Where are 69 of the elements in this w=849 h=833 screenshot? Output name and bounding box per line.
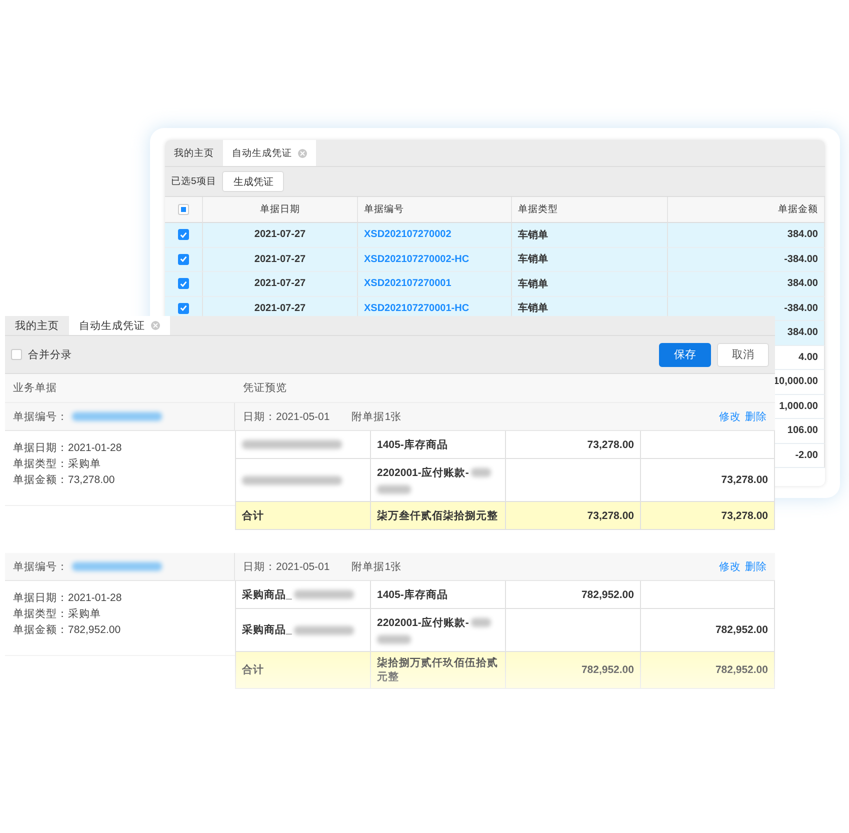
date-text: 2021-07-27 xyxy=(254,254,306,265)
date-text: 2021-07-27 xyxy=(254,229,306,240)
amount-in-words: 柒拾捌万贰仟玖佰伍拾贰元整 xyxy=(371,652,506,689)
column-header: 单据日期 xyxy=(203,197,358,223)
info-line: 单据金额：782,952.00 xyxy=(13,623,122,637)
action-link[interactable]: 修改 xyxy=(719,560,741,574)
date-text: 2021-07-27 xyxy=(254,302,306,314)
total-credit: 782,952.00 xyxy=(641,652,775,689)
type-text: 车销单 xyxy=(518,277,548,291)
tab[interactable]: 自动生成凭证 xyxy=(223,140,316,166)
row-checkbox[interactable] xyxy=(178,278,189,290)
row-checkbox[interactable] xyxy=(178,302,189,314)
square-icon xyxy=(181,207,186,212)
action-link[interactable]: 删除 xyxy=(745,560,767,574)
table-cell: -384.00 xyxy=(668,248,825,272)
total-debit: 73,278.00 xyxy=(506,502,641,530)
section-heading: 业务单据 xyxy=(13,381,57,395)
voucher-date: 日期：2021-05-01 xyxy=(243,410,330,424)
column-header: 单据金额 xyxy=(668,197,825,223)
date-text: 2021-07-27 xyxy=(254,278,306,290)
info-line: 单据日期：2021-01-28 xyxy=(13,441,123,455)
column-header: 单据类型 xyxy=(512,197,668,223)
tab[interactable]: 我的主页 xyxy=(165,140,223,166)
table-cell: 384.00 xyxy=(668,223,825,248)
credit-cell: 782,952.00 xyxy=(641,609,775,652)
document-number-label: 单据编号： xyxy=(13,560,68,574)
summary-text: 采购商品_ xyxy=(242,588,292,602)
attachment-count: 附单据1张 xyxy=(352,560,402,574)
section-heading: 凭证预览 xyxy=(243,381,287,395)
info-line: 单据金额：73,278.00 xyxy=(13,473,116,487)
total-label: 合计 xyxy=(236,652,371,689)
tab[interactable]: 我的主页 xyxy=(5,316,69,335)
info-line: 单据日期：2021-01-28 xyxy=(13,591,123,605)
type-text: 车销单 xyxy=(518,252,548,266)
account-text: 1405-库存商品 xyxy=(377,588,448,602)
select-all-checkbox[interactable] xyxy=(178,204,189,215)
table-cell: 384.00 xyxy=(668,272,825,296)
account-text: 2202001-应付账款- xyxy=(377,466,469,480)
action-button[interactable]: 保存 xyxy=(659,342,711,366)
column-header: 单据编号 xyxy=(358,197,512,223)
selection-count: 已选5项目 xyxy=(171,175,216,188)
blurred-text xyxy=(377,635,411,644)
merge-checkbox[interactable] xyxy=(11,349,22,360)
type-text: 车销单 xyxy=(518,301,548,316)
attachment-count: 附单据1张 xyxy=(352,410,402,424)
document-number-label: 单据编号： xyxy=(13,410,68,424)
checkbox-label: 合并分录 xyxy=(28,348,72,362)
voucher-date: 日期：2021-05-01 xyxy=(243,560,330,574)
account-text: 1405-库存商品 xyxy=(377,438,448,452)
total-credit: 73,278.00 xyxy=(641,502,775,530)
summary-text: 采购商品_ xyxy=(242,623,292,637)
tab[interactable]: 自动生成凭证 xyxy=(69,316,170,335)
type-text: 车销单 xyxy=(518,228,548,242)
debit-cell: 782,952.00 xyxy=(506,581,641,609)
blurred-text xyxy=(377,485,411,494)
amount-in-words: 柒万叁仟贰佰柒拾捌元整 xyxy=(371,502,506,530)
debit-cell: 73,278.00 xyxy=(506,431,641,459)
info-line: 单据类型：采购单 xyxy=(13,607,102,621)
blurred-text xyxy=(470,468,491,478)
blurred-text xyxy=(470,618,491,628)
total-label: 合计 xyxy=(236,502,371,530)
account-text: 2202001-应付账款- xyxy=(377,616,469,630)
action-button[interactable]: 取消 xyxy=(717,342,769,366)
row-checkbox[interactable] xyxy=(178,254,189,265)
info-line: 单据类型：采购单 xyxy=(13,457,102,471)
total-debit: 782,952.00 xyxy=(506,652,641,689)
credit-cell: 73,278.00 xyxy=(641,459,775,502)
generate-voucher-button[interactable]: 生成凭证 xyxy=(222,171,284,192)
row-checkbox[interactable] xyxy=(178,229,189,240)
